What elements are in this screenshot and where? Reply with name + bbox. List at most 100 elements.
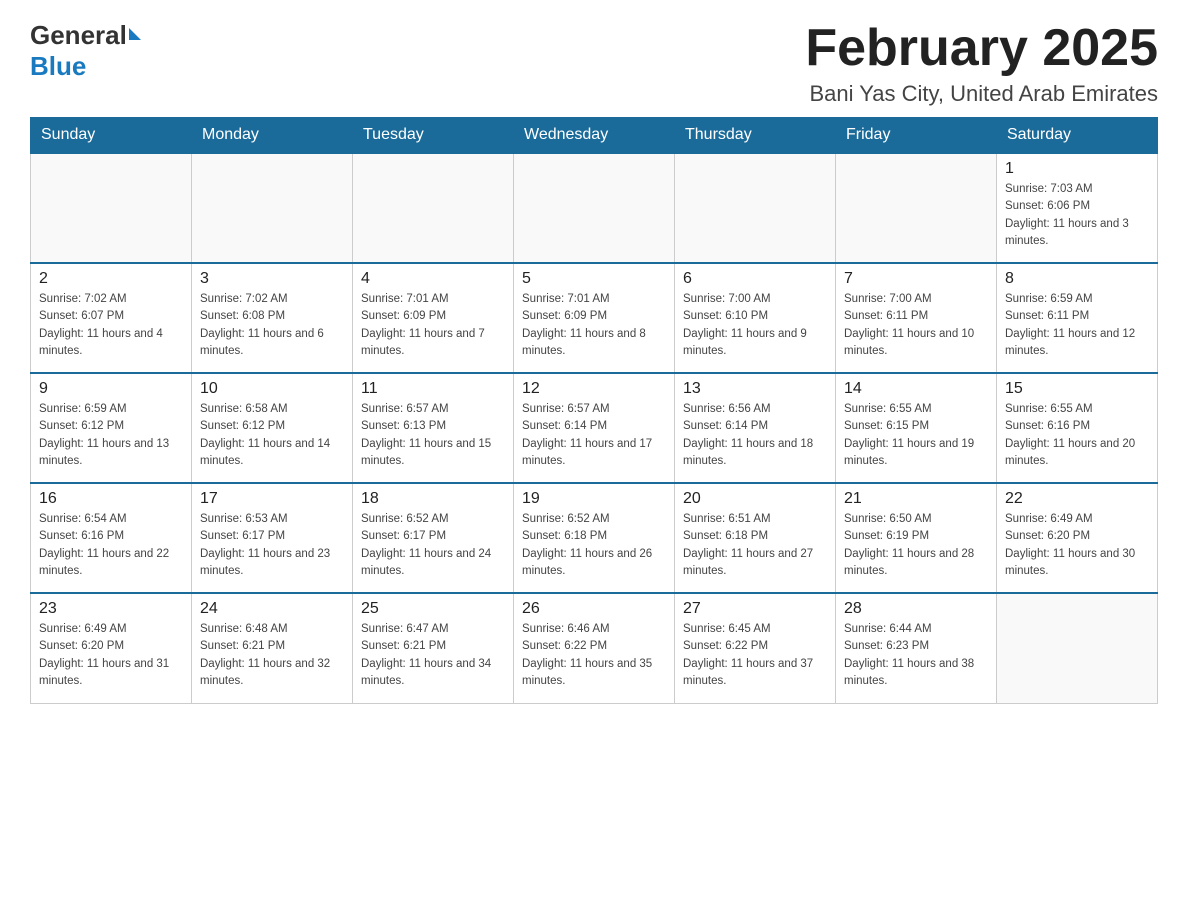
- day-number: 11: [361, 380, 505, 398]
- logo-general-text: General: [30, 20, 127, 51]
- day-info: Sunrise: 6:57 AMSunset: 6:13 PMDaylight:…: [361, 401, 505, 470]
- day-info: Sunrise: 7:00 AMSunset: 6:10 PMDaylight:…: [683, 291, 827, 360]
- day-number: 15: [1005, 380, 1149, 398]
- table-row: 22 Sunrise: 6:49 AMSunset: 6:20 PMDayligh…: [997, 483, 1158, 593]
- day-number: 9: [39, 380, 183, 398]
- table-row: 7Sunrise: 7:00 AMSunset: 6:11 PMDaylight…: [836, 263, 997, 373]
- day-info: Sunrise: 6:59 AMSunset: 6:12 PMDaylight:…: [39, 401, 183, 470]
- title-area: February 2025 Bani Yas City, United Arab…: [805, 20, 1158, 107]
- day-number: 17: [200, 490, 344, 508]
- table-row: [353, 153, 514, 263]
- table-row: [997, 593, 1158, 703]
- table-row: 3 Sunrise: 7:02 AMSunset: 6:08 PMDaylight…: [192, 263, 353, 373]
- calendar-week-row: 23Sunrise: 6:49 AMSunset: 6:20 PMDayligh…: [31, 593, 1158, 703]
- logo-blue-text: Blue: [30, 51, 86, 82]
- day-number: 13: [683, 380, 827, 398]
- calendar-header-row: Sunday Monday Tuesday Wednesday Thursday…: [31, 118, 1158, 154]
- day-info: Sunrise: 6:55 AMSunset: 6:16 PMDaylight:…: [1005, 401, 1149, 470]
- table-row: 24Sunrise: 6:48 AMSunset: 6:21 PMDayligh…: [192, 593, 353, 703]
- day-info: Sunrise: 6:55 AMSunset: 6:15 PMDaylight:…: [844, 401, 988, 470]
- day-info: Sunrise: 7:03 AMSunset: 6:06 PMDaylight:…: [1005, 181, 1149, 250]
- table-row: 2 Sunrise: 7:02 AMSunset: 6:07 PMDaylight…: [31, 263, 192, 373]
- day-number: 28: [844, 600, 988, 618]
- day-number: 18: [361, 490, 505, 508]
- day-info: Sunrise: 7:01 AMSunset: 6:09 PMDaylight:…: [361, 291, 505, 360]
- day-number: 25: [361, 600, 505, 618]
- day-info: Sunrise: 6:45 AMSunset: 6:22 PMDaylight:…: [683, 621, 827, 690]
- day-info: Sunrise: 7:02 AMSunset: 6:07 PMDaylight:…: [39, 291, 183, 360]
- calendar-week-row: 9 Sunrise: 6:59 AMSunset: 6:12 PMDaylight…: [31, 373, 1158, 483]
- table-row: [675, 153, 836, 263]
- table-row: 19Sunrise: 6:52 AMSunset: 6:18 PMDayligh…: [514, 483, 675, 593]
- table-row: 28 Sunrise: 6:44 AMSunset: 6:23 PMDayligh…: [836, 593, 997, 703]
- day-info: Sunrise: 6:51 AMSunset: 6:18 PMDaylight:…: [683, 511, 827, 580]
- table-row: 14 Sunrise: 6:55 AMSunset: 6:15 PMDayligh…: [836, 373, 997, 483]
- table-row: 25 Sunrise: 6:47 AMSunset: 6:21 PMDayligh…: [353, 593, 514, 703]
- table-row: [31, 153, 192, 263]
- table-row: 17 Sunrise: 6:53 AMSunset: 6:17 PMDayligh…: [192, 483, 353, 593]
- day-info: Sunrise: 6:54 AMSunset: 6:16 PMDaylight:…: [39, 511, 183, 580]
- day-info: Sunrise: 6:56 AMSunset: 6:14 PMDaylight:…: [683, 401, 827, 470]
- day-info: Sunrise: 6:52 AMSunset: 6:17 PMDaylight:…: [361, 511, 505, 580]
- day-info: Sunrise: 6:49 AMSunset: 6:20 PMDaylight:…: [1005, 511, 1149, 580]
- table-row: 1Sunrise: 7:03 AMSunset: 6:06 PMDaylight…: [997, 153, 1158, 263]
- col-tuesday: Tuesday: [353, 118, 514, 154]
- table-row: 16 Sunrise: 6:54 AMSunset: 6:16 PMDayligh…: [31, 483, 192, 593]
- day-number: 5: [522, 270, 666, 288]
- header: General Blue February 2025 Bani Yas City…: [30, 20, 1158, 107]
- day-info: Sunrise: 6:48 AMSunset: 6:21 PMDaylight:…: [200, 621, 344, 690]
- day-number: 22: [1005, 490, 1149, 508]
- day-info: Sunrise: 7:02 AMSunset: 6:08 PMDaylight:…: [200, 291, 344, 360]
- day-number: 16: [39, 490, 183, 508]
- calendar-week-row: 2 Sunrise: 7:02 AMSunset: 6:07 PMDaylight…: [31, 263, 1158, 373]
- calendar-week-row: 16 Sunrise: 6:54 AMSunset: 6:16 PMDayligh…: [31, 483, 1158, 593]
- table-row: 10 Sunrise: 6:58 AMSunset: 6:12 PMDayligh…: [192, 373, 353, 483]
- table-row: 21 Sunrise: 6:50 AMSunset: 6:19 PMDayligh…: [836, 483, 997, 593]
- table-row: [514, 153, 675, 263]
- table-row: 5 Sunrise: 7:01 AMSunset: 6:09 PMDaylight…: [514, 263, 675, 373]
- day-info: Sunrise: 6:57 AMSunset: 6:14 PMDaylight:…: [522, 401, 666, 470]
- table-row: 9 Sunrise: 6:59 AMSunset: 6:12 PMDaylight…: [31, 373, 192, 483]
- col-friday: Friday: [836, 118, 997, 154]
- day-number: 8: [1005, 270, 1149, 288]
- day-info: Sunrise: 6:59 AMSunset: 6:11 PMDaylight:…: [1005, 291, 1149, 360]
- day-number: 23: [39, 600, 183, 618]
- day-info: Sunrise: 6:46 AMSunset: 6:22 PMDaylight:…: [522, 621, 666, 690]
- table-row: 12Sunrise: 6:57 AMSunset: 6:14 PMDayligh…: [514, 373, 675, 483]
- table-row: 8 Sunrise: 6:59 AMSunset: 6:11 PMDaylight…: [997, 263, 1158, 373]
- day-number: 10: [200, 380, 344, 398]
- col-thursday: Thursday: [675, 118, 836, 154]
- day-number: 14: [844, 380, 988, 398]
- table-row: 13 Sunrise: 6:56 AMSunset: 6:14 PMDayligh…: [675, 373, 836, 483]
- table-row: 26 Sunrise: 6:46 AMSunset: 6:22 PMDayligh…: [514, 593, 675, 703]
- day-info: Sunrise: 6:44 AMSunset: 6:23 PMDaylight:…: [844, 621, 988, 690]
- day-info: Sunrise: 6:47 AMSunset: 6:21 PMDaylight:…: [361, 621, 505, 690]
- col-monday: Monday: [192, 118, 353, 154]
- table-row: 15 Sunrise: 6:55 AMSunset: 6:16 PMDayligh…: [997, 373, 1158, 483]
- logo-triangle-icon: [129, 28, 141, 40]
- day-info: Sunrise: 6:50 AMSunset: 6:19 PMDaylight:…: [844, 511, 988, 580]
- col-saturday: Saturday: [997, 118, 1158, 154]
- day-number: 2: [39, 270, 183, 288]
- calendar-table: Sunday Monday Tuesday Wednesday Thursday…: [30, 117, 1158, 704]
- table-row: [192, 153, 353, 263]
- day-info: Sunrise: 7:01 AMSunset: 6:09 PMDaylight:…: [522, 291, 666, 360]
- table-row: 20 Sunrise: 6:51 AMSunset: 6:18 PMDayligh…: [675, 483, 836, 593]
- day-info: Sunrise: 7:00 AMSunset: 6:11 PMDaylight:…: [844, 291, 988, 360]
- table-row: 27 Sunrise: 6:45 AMSunset: 6:22 PMDayligh…: [675, 593, 836, 703]
- calendar-week-row: 1Sunrise: 7:03 AMSunset: 6:06 PMDaylight…: [31, 153, 1158, 263]
- day-number: 19: [522, 490, 666, 508]
- table-row: 18 Sunrise: 6:52 AMSunset: 6:17 PMDayligh…: [353, 483, 514, 593]
- day-number: 3: [200, 270, 344, 288]
- day-info: Sunrise: 6:53 AMSunset: 6:17 PMDaylight:…: [200, 511, 344, 580]
- day-number: 21: [844, 490, 988, 508]
- day-number: 27: [683, 600, 827, 618]
- table-row: 11 Sunrise: 6:57 AMSunset: 6:13 PMDayligh…: [353, 373, 514, 483]
- col-sunday: Sunday: [31, 118, 192, 154]
- table-row: [836, 153, 997, 263]
- day-number: 20: [683, 490, 827, 508]
- day-number: 26: [522, 600, 666, 618]
- table-row: 6 Sunrise: 7:00 AMSunset: 6:10 PMDaylight…: [675, 263, 836, 373]
- day-info: Sunrise: 6:58 AMSunset: 6:12 PMDaylight:…: [200, 401, 344, 470]
- day-number: 6: [683, 270, 827, 288]
